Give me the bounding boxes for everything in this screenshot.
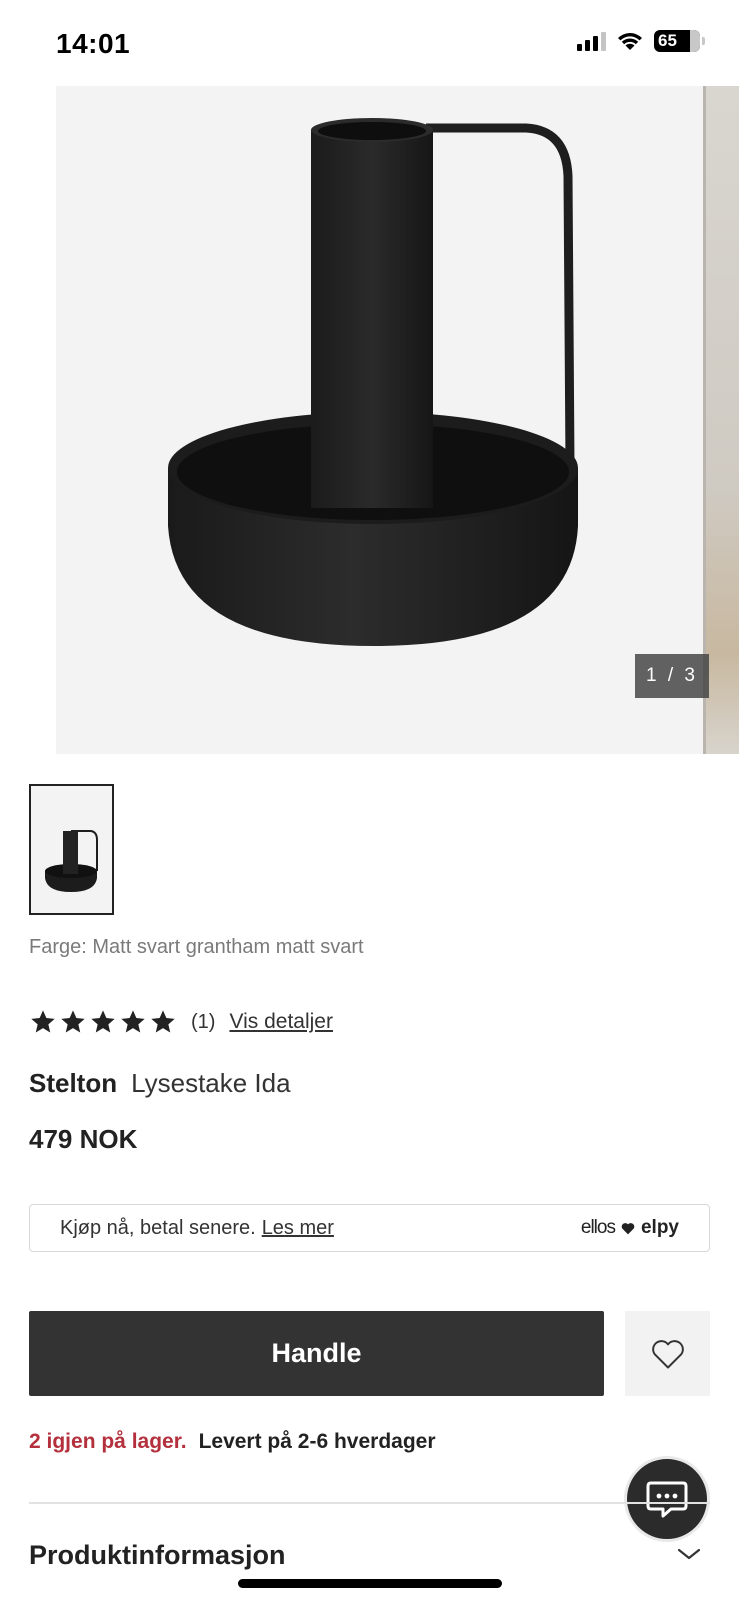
ellos-elpy-logo: ellos elpy [581,1217,679,1239]
status-bar: 14:01 65 [0,0,739,84]
pay-later-text: Kjøp nå, betal senere. Les mer [60,1217,334,1240]
thumbnail-1[interactable] [29,784,114,915]
chat-icon [646,1481,688,1518]
divider [29,1502,710,1504]
home-indicator [238,1579,502,1588]
buy-button[interactable]: Handle [29,1311,604,1396]
candle-holder-image [168,118,578,646]
ellos-logo-text: ellos [580,1217,616,1238]
chat-button[interactable] [624,1456,710,1542]
rating-count: (1) [191,1010,216,1033]
star-icon [61,1010,85,1033]
view-details-link[interactable]: Vis detaljer [229,1010,333,1034]
read-more-link[interactable]: Les mer [262,1217,334,1239]
delivery-time: Levert på 2-6 hverdager [198,1430,436,1453]
wishlist-button[interactable] [625,1311,710,1396]
battery-icon: 65 [654,30,700,52]
wifi-icon [618,33,642,50]
status-icons: 65 [577,30,705,52]
rating: (1) Vis detaljer [29,1008,333,1036]
color-label: Farge: Matt svart grantham matt svart [29,936,364,958]
product-name: Lysestake Ida [131,1068,291,1098]
battery-cap [702,37,705,45]
heart-icon [651,1339,684,1368]
product-info-heading[interactable]: Produktinformasjon [29,1540,286,1571]
rating-stars [29,1008,177,1036]
elpy-logo-text: elpy [640,1217,679,1238]
battery-level: 65 [658,31,677,50]
status-time: 14:01 [56,28,131,59]
heart-logo-icon [621,1222,635,1234]
image-counter: 1 / 3 [635,654,709,698]
product-price: 479 NOK [29,1124,138,1154]
star-icon [31,1010,55,1033]
product-image[interactable] [56,86,703,754]
thumbnail-image [45,830,98,892]
pay-later-message: Kjøp nå, betal senere. [60,1216,256,1239]
star-icon [121,1010,145,1033]
product-title: Stelton Lysestake Ida [29,1068,291,1099]
pay-later-banner: Kjøp nå, betal senere. Les mer ellos elpy [29,1204,710,1252]
star-icon [91,1010,115,1033]
chevron-down-icon[interactable] [676,1546,702,1562]
signal-icon [577,31,606,51]
star-icon [151,1010,175,1033]
stock-info: 2 igjen på lager. Levert på 2-6 hverdage… [29,1430,436,1454]
product-brand[interactable]: Stelton [29,1068,117,1099]
stock-availability: 2 igjen på lager. [29,1430,187,1453]
